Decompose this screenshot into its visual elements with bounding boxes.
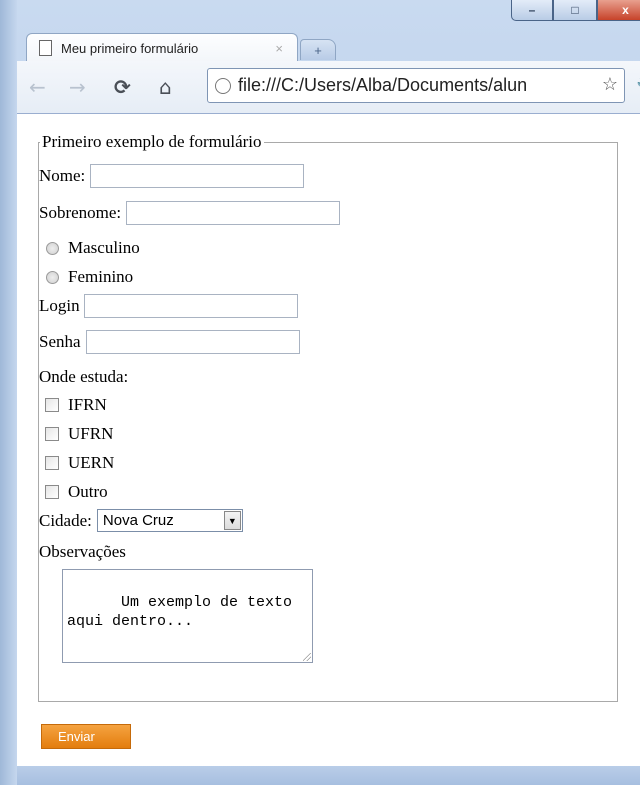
window-controls: – □ x — [511, 0, 640, 22]
observacoes-text: Um exemplo de texto aqui dentro... — [67, 594, 293, 630]
login-label: Login — [39, 296, 80, 315]
cidade-label: Cidade: — [39, 510, 92, 530]
checkbox-outro-control[interactable] — [45, 485, 59, 499]
reload-icon[interactable]: ⟳ — [114, 75, 131, 99]
radio-feminino[interactable]: Feminino — [39, 267, 133, 287]
cidade-row: Cidade: Nova Cruz ▼ — [39, 509, 243, 532]
sobrenome-label: Sobrenome: — [39, 203, 122, 222]
home-icon[interactable]: ⌂ — [159, 75, 172, 99]
close-window-button[interactable]: x — [597, 0, 640, 21]
observacoes-label: Observações — [39, 542, 126, 561]
radio-feminino-label: Feminino — [68, 267, 134, 286]
checkbox-uern-label: UERN — [68, 453, 115, 472]
wrench-icon[interactable]: 🔧 — [636, 78, 640, 99]
maximize-button[interactable]: □ — [553, 0, 597, 21]
browser-window: – □ x Meu primeiro formulário × + ← → ⟳ … — [0, 0, 640, 785]
resize-grip-icon[interactable] — [303, 653, 311, 661]
login-row: Login — [39, 294, 298, 318]
senha-input[interactable] — [85, 330, 300, 354]
checkbox-outro-label: Outro — [68, 482, 108, 501]
senha-label: Senha — [39, 332, 81, 351]
login-input[interactable] — [83, 294, 298, 318]
star-icon[interactable]: ☆ — [598, 74, 618, 95]
observacoes-textarea[interactable]: Um exemplo de texto aqui dentro... — [62, 569, 313, 663]
onde-estuda-label: Onde estuda: — [39, 367, 129, 386]
url-text: file:///C:/Users/Alba/Documents/alun — [238, 75, 528, 95]
checkbox-uern-control[interactable] — [45, 456, 59, 470]
minimize-button[interactable]: – — [511, 0, 553, 21]
radio-feminino-control[interactable] — [46, 270, 59, 284]
nome-input[interactable] — [90, 164, 305, 188]
page-content: Primeiro exemplo de formulário Nome: Sob… — [17, 114, 640, 766]
sobrenome-input[interactable] — [126, 201, 341, 225]
nome-label: Nome: — [39, 166, 86, 185]
tab-close-icon[interactable]: × — [275, 41, 283, 56]
tab-title: Meu primeiro formulário — [61, 40, 199, 56]
checkbox-outro[interactable]: Outro — [39, 482, 108, 502]
back-icon[interactable]: ← — [29, 75, 46, 99]
window-bottom-border — [17, 766, 640, 785]
checkbox-ifrn-control[interactable] — [45, 398, 59, 412]
window-left-border — [0, 0, 17, 785]
radio-masculino-label: Masculino — [68, 238, 140, 257]
browser-tab[interactable]: Meu primeiro formulário × — [26, 33, 298, 62]
senha-row: Senha — [39, 330, 300, 354]
cidade-selected-value: Nova Cruz — [102, 512, 174, 529]
nome-row: Nome: — [39, 164, 305, 188]
document-icon — [39, 40, 52, 56]
address-bar[interactable]: file:///C:/Users/Alba/Documents/alun ☆ — [207, 68, 625, 103]
forward-icon[interactable]: → — [69, 75, 86, 99]
checkbox-ufrn-control[interactable] — [45, 427, 59, 441]
dropdown-arrow-icon[interactable]: ▼ — [223, 511, 241, 530]
checkbox-ifrn[interactable]: IFRN — [39, 395, 107, 415]
checkbox-ufrn[interactable]: UFRN — [39, 424, 113, 444]
browser-toolbar: ← → ⟳ ⌂ file:///C:/Users/Alba/Documents/… — [17, 61, 640, 114]
checkbox-uern[interactable]: UERN — [39, 453, 114, 473]
radio-masculino[interactable]: Masculino — [39, 238, 140, 258]
sobrenome-row: Sobrenome: — [39, 201, 341, 225]
globe-icon — [215, 77, 231, 94]
fieldset-legend: Primeiro exemplo de formulário — [42, 132, 262, 151]
checkbox-ifrn-label: IFRN — [68, 395, 107, 414]
new-tab-button[interactable]: + — [300, 39, 336, 60]
checkbox-ufrn-label: UFRN — [68, 424, 114, 443]
radio-masculino-control[interactable] — [46, 241, 59, 255]
cidade-select[interactable]: Nova Cruz ▼ — [96, 509, 243, 532]
enviar-button[interactable]: Enviar — [41, 724, 131, 749]
